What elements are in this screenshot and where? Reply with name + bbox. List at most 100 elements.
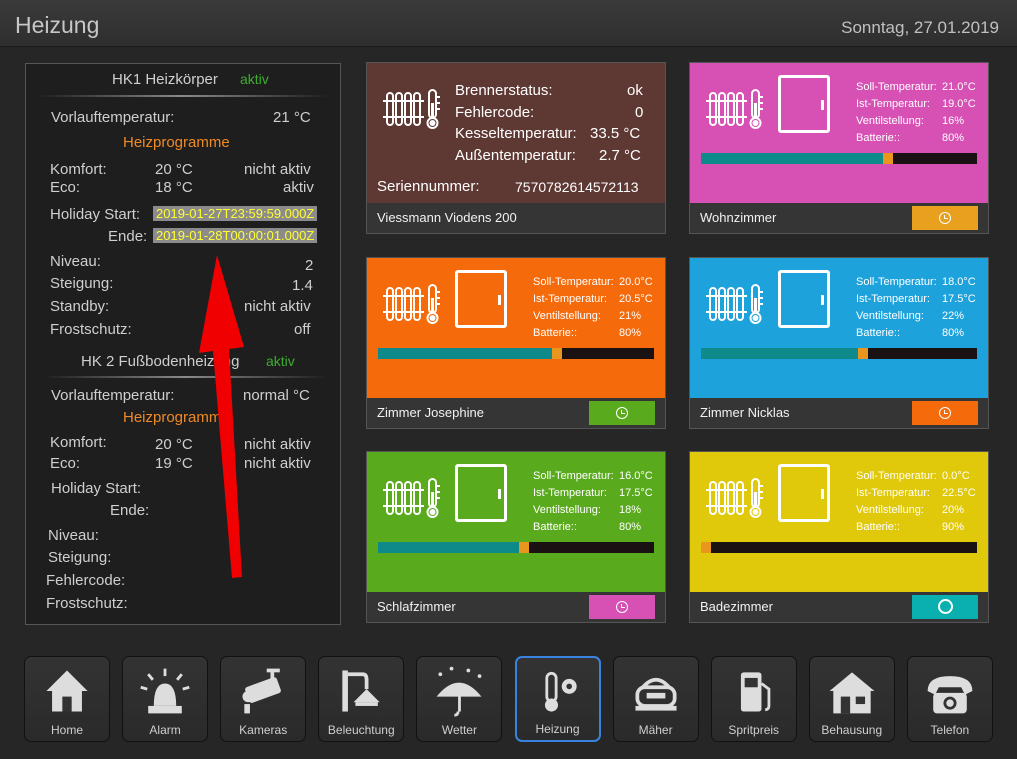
- valve-bar: [701, 153, 977, 164]
- hk1-komfort-temp: 20 °C: [155, 161, 193, 178]
- ventil-label: Ventilstellung:: [533, 310, 601, 322]
- schedule-button[interactable]: [912, 401, 978, 425]
- hk1-heizprogramme-link[interactable]: Heizprogramme: [123, 134, 230, 151]
- nav-behausung-button[interactable]: Behausung: [808, 656, 895, 742]
- soll-value: 18.0°C: [942, 276, 976, 288]
- soll-value: 16.0°C: [619, 470, 653, 482]
- date-display: Sonntag, 27.01.2019: [841, 18, 999, 37]
- valve-bar: [378, 348, 654, 359]
- nav-label: Alarm: [149, 723, 181, 737]
- room-tile[interactable]: Soll-Temperatur: 16.0°C Ist-Temperatur: 17.…: [366, 451, 666, 623]
- schedule-button[interactable]: [912, 206, 978, 230]
- brenner-label: Brennerstatus:: [455, 82, 553, 99]
- serial-value: 7570782614572113: [515, 179, 639, 195]
- ventil-label: Ventilstellung:: [856, 504, 924, 516]
- nav-label: Mäher: [638, 723, 673, 737]
- hk2-komfort-state: nicht aktiv: [244, 436, 311, 453]
- batterie-label: Batterie::: [533, 521, 578, 533]
- clock-icon: [616, 601, 628, 613]
- valve-bar-marker: [519, 542, 529, 553]
- kessel-label: Kesseltemperatur:: [455, 125, 577, 142]
- schedule-button[interactable]: [589, 595, 655, 619]
- hk2-komfort-label: Komfort:: [50, 434, 107, 451]
- ring-icon: [938, 599, 953, 614]
- schedule-button[interactable]: [589, 401, 655, 425]
- top-bar: Heizung Sonntag, 27.01.2019: [0, 0, 1017, 47]
- valve-bar-fill: [701, 348, 858, 359]
- valve-bar: [701, 542, 977, 553]
- nav-label: Home: [50, 723, 83, 737]
- valve-bar-fill: [701, 153, 883, 164]
- tile-footer: Wohnzimmer: [690, 203, 988, 233]
- hk1-standby-value: nicht aktiv: [244, 298, 311, 315]
- nav-label: Kameras: [239, 723, 288, 737]
- lamp-icon: [342, 670, 380, 712]
- hk2-vorlauf-value: normal °C: [243, 387, 310, 404]
- hk1-holiday-start-value[interactable]: 2019-01-27T23:59:59.000Z: [153, 206, 318, 221]
- hk1-komfort-state: nicht aktiv: [244, 161, 311, 178]
- hk2-eco-state: nicht aktiv: [244, 455, 311, 472]
- kessel-value: 33.5 °C: [590, 125, 641, 142]
- ventil-label: Ventilstellung:: [856, 310, 924, 322]
- room-tile[interactable]: Soll-Temperatur: 21.0°C Ist-Temperatur: 19.…: [689, 62, 989, 234]
- tile-footer: Schlafzimmer: [367, 592, 665, 622]
- room-name: Schlafzimmer: [377, 599, 456, 614]
- valve-bar: [701, 348, 977, 359]
- nav-telefon-button[interactable]: Telefon: [906, 656, 993, 742]
- nav-kameras-button[interactable]: Kameras: [220, 656, 307, 742]
- clock-icon: [939, 407, 951, 419]
- hk2-holiday-start-label: Holiday Start:: [51, 480, 142, 497]
- nav-label: Wetter: [441, 723, 477, 737]
- hk2-vorlauf-label: Vorlauftemperatur:: [51, 387, 175, 404]
- room-tile[interactable]: Soll-Temperatur: 18.0°C Ist-Temperatur: 17.…: [689, 257, 989, 429]
- nav-alarm-button[interactable]: Alarm: [122, 656, 209, 742]
- tile-footer: Zimmer Nicklas: [690, 398, 988, 428]
- room-name: Badezimmer: [700, 599, 773, 614]
- hk1-ende-value[interactable]: 2019-01-28T00:00:01.000Z: [153, 228, 318, 243]
- batterie-label: Batterie::: [856, 521, 901, 533]
- hk2-heizprogramme-link[interactable]: Heizprogramme: [123, 409, 230, 426]
- batterie-label: Batterie::: [856, 327, 901, 339]
- serial-label: Seriennummer:: [377, 178, 480, 195]
- hk1-eco-label: Eco:: [50, 179, 81, 196]
- nav-label: Behausung: [821, 723, 883, 737]
- nav-home-button[interactable]: Home: [24, 656, 110, 742]
- soll-label: Soll-Temperatur:: [856, 470, 937, 482]
- room-tile[interactable]: Soll-Temperatur: 20.0°C Ist-Temperatur: 20.…: [366, 257, 666, 429]
- camera-icon: [242, 668, 282, 714]
- hk1-ende-label: Ende:: [108, 228, 148, 245]
- nav-mäher-button[interactable]: Mäher: [612, 656, 699, 742]
- schedule-button[interactable]: [912, 595, 978, 619]
- ventil-value: 16%: [942, 115, 965, 127]
- mower-icon: [635, 677, 677, 711]
- heating-circuits-panel: HK1 Heizkörper aktiv Vorlauftemperatur: …: [25, 63, 341, 625]
- hk1-niveau-value: 2: [305, 257, 314, 274]
- valve-bar-marker: [701, 542, 711, 553]
- room-tile[interactable]: Soll-Temperatur: 0.0°C Ist-Temperatur: 22.5…: [689, 451, 989, 623]
- hk1-steigung-value: 1.4: [292, 277, 313, 294]
- nav-spritpreis-button[interactable]: Spritpreis: [710, 656, 797, 742]
- window-icon: [455, 270, 507, 328]
- boiler-tile[interactable]: Brennerstatus: ok Fehlercode: 0 Kesselte…: [366, 62, 666, 234]
- hk2-eco-temp: 19 °C: [155, 455, 193, 472]
- hk1-niveau-label: Niveau:: [50, 253, 101, 270]
- ist-value: 22.5°C: [942, 487, 976, 499]
- radiator-thermometer-icon: [706, 478, 763, 518]
- nav-heizung-button[interactable]: Heizung: [514, 656, 601, 742]
- batterie-label: Batterie::: [533, 327, 578, 339]
- nav-beleuchtung-button[interactable]: Beleuchtung: [318, 656, 405, 742]
- soll-label: Soll-Temperatur:: [533, 276, 614, 288]
- hk1-steigung-label: Steigung:: [50, 275, 114, 292]
- nav-label: Beleuchtung: [327, 723, 395, 737]
- radiator-thermometer-icon: [383, 284, 440, 324]
- ist-label: Ist-Temperatur:: [856, 487, 930, 499]
- home-icon: [46, 670, 88, 712]
- window-icon: [455, 464, 507, 522]
- ist-label: Ist-Temperatur:: [533, 487, 607, 499]
- alarm-icon: [140, 668, 190, 714]
- ist-value: 17.5°C: [619, 487, 653, 499]
- hk2-title: HK 2 Fußbodenheizung: [81, 353, 240, 370]
- hk2-frostschutz-label: Frostschutz:: [46, 595, 128, 612]
- nav-wetter-button[interactable]: Wetter: [416, 656, 503, 742]
- clock-icon: [616, 407, 628, 419]
